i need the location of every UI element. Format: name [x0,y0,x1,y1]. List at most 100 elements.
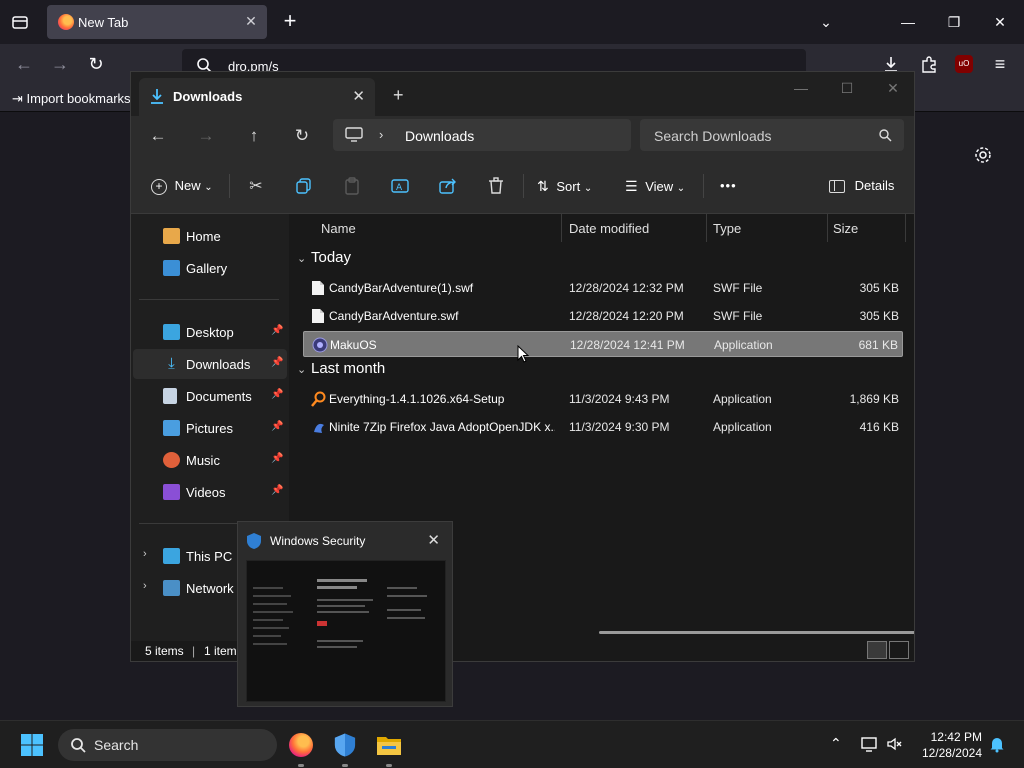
status-divider: | [192,644,196,658]
ublock-icon[interactable]: uO [955,55,973,73]
file-name: Ninite 7Zip Firefox Java AdoptOpenJDK x.… [329,420,555,434]
sidebar-item-videos[interactable]: Videos 📌 [133,477,287,507]
file-type: Application [713,420,772,434]
view-button[interactable]: ☰ View ⌄ [625,176,685,196]
column-header-size[interactable]: Size [833,214,858,244]
table-row[interactable]: MakuOS 12/28/2024 12:41 PM Application 681 … [303,331,903,357]
refresh-icon[interactable]: ↻ [292,126,312,146]
copy-icon[interactable] [294,176,314,196]
volume-muted-icon[interactable] [886,735,904,753]
list-all-tabs-icon[interactable] [10,12,30,32]
windows-start-icon[interactable] [20,733,44,757]
file-date: 12/28/2024 12:20 PM [569,309,684,323]
sidebar-item-home[interactable]: Home [133,221,287,251]
new-button-label: New [174,178,201,193]
more-options-button[interactable]: ••• [720,176,737,196]
back-arrow-icon[interactable]: ← [14,54,34,74]
search-icon [879,129,892,142]
sidebar-item-pictures[interactable]: Pictures 📌 [133,413,287,443]
network-icon [163,580,180,596]
delete-icon[interactable] [486,176,506,196]
chevron-down-icon[interactable]: ⌄ [816,12,836,32]
explorer-tab-downloads[interactable]: Downloads ✕ [139,78,375,116]
system-clock[interactable]: 12:42 PM 12/28/2024 [914,729,982,761]
forward-arrow-icon[interactable]: → [196,126,216,146]
details-pane-icon [829,180,845,194]
rename-icon[interactable]: A [390,176,410,196]
taskbar-search-box[interactable]: Search [58,729,277,761]
gear-icon[interactable] [973,145,993,165]
restore-icon[interactable]: ❐ [944,12,964,32]
table-row[interactable]: CandyBarAdventure(1).swf 12/28/2024 12:32… [303,275,903,301]
maximize-icon[interactable]: ☐ [837,80,857,97]
display-icon[interactable] [860,735,878,753]
notification-bell-icon[interactable] [988,735,1006,753]
pin-icon: 📌 [271,357,284,368]
thumbnail-content [317,575,377,695]
taskbar-firefox[interactable] [285,729,317,761]
menu-icon[interactable]: ≡ [990,54,1010,74]
details-pane-button[interactable]: Details [829,176,894,196]
selected-count: 1 item [204,644,237,658]
breadcrumb-chevron-icon: › [379,127,384,142]
windows-security-preview[interactable]: Windows Security ✕ [237,521,453,707]
table-row[interactable]: Ninite 7Zip Firefox Java AdoptOpenJDK x.… [303,414,903,440]
close-tab-icon[interactable]: ✕ [352,87,365,105]
reload-icon[interactable]: ↻ [86,54,106,74]
sidebar-item-gallery[interactable]: Gallery [133,253,287,283]
magnifier-icon [311,391,326,407]
column-header-name[interactable]: Name [321,214,356,244]
chevron-right-icon[interactable]: › [143,580,147,592]
chevron-up-icon[interactable]: ⌃ [830,735,842,752]
breadcrumb[interactable]: › Downloads [333,119,631,151]
breadcrumb-segment[interactable]: Downloads [405,128,474,144]
up-arrow-icon[interactable]: ↑ [244,126,264,146]
sidebar-item-documents[interactable]: Documents 📌 [133,381,287,411]
share-icon[interactable] [438,176,458,196]
extensions-icon[interactable] [919,54,939,74]
column-divider[interactable] [827,214,828,242]
file-size: 305 KB [859,281,899,295]
close-tab-icon[interactable]: ✕ [243,13,259,29]
search-input[interactable]: Search Downloads [640,119,904,151]
chevron-right-icon[interactable]: › [143,548,147,560]
taskbar-windows-security[interactable] [329,729,361,761]
paste-icon[interactable] [342,176,362,196]
group-header-today[interactable]: ⌄ Today [297,249,351,266]
sidebar-item-downloads[interactable]: ⤓ Downloads 📌 [133,349,287,379]
taskbar-file-explorer[interactable] [373,729,405,761]
table-row[interactable]: Everything-1.4.1.1026.x64-Setup 11/3/2024… [303,386,903,412]
table-row[interactable]: CandyBarAdventure.swf 12/28/2024 12:20 PM… [303,303,903,329]
column-header-date[interactable]: Date modified [569,214,649,244]
pin-icon: 📌 [271,389,284,400]
minimize-icon[interactable]: — [791,80,811,96]
sidebar-item-music[interactable]: Music 📌 [133,445,287,475]
command-bar: + New ⌄ ✂ A ⇅ Sort ⌄ ☰ View ⌄ ••• Detail… [131,156,914,214]
import-bookmarks-link[interactable]: ⇥ Import bookmarks... [12,91,141,107]
column-divider[interactable] [561,214,562,242]
close-window-icon[interactable]: ✕ [883,80,903,97]
column-header-type[interactable]: Type [713,214,741,244]
column-divider[interactable] [706,214,707,242]
details-view-icon[interactable] [867,641,887,659]
sidebar-item-desktop[interactable]: Desktop 📌 [133,317,287,347]
minimize-icon[interactable]: — [898,12,918,32]
back-arrow-icon[interactable]: ← [148,126,168,146]
chevron-down-icon: ⌄ [676,183,686,194]
download-folder-icon [151,89,163,104]
new-tab-button[interactable]: + [280,10,300,32]
close-window-icon[interactable]: ✕ [990,12,1010,32]
new-button[interactable]: + New ⌄ [151,176,213,196]
horizontal-scrollbar[interactable] [599,631,914,634]
group-header-last-month[interactable]: ⌄ Last month [297,360,385,377]
tiles-view-icon[interactable] [889,641,909,659]
cut-icon[interactable]: ✂ [246,176,266,196]
close-icon[interactable]: ✕ [427,531,440,549]
chevron-down-icon: ⌄ [583,183,593,194]
new-explorer-tab-button[interactable]: + [393,85,404,106]
sort-button[interactable]: ⇅ Sort ⌄ [537,176,592,196]
forward-arrow-icon[interactable]: → [50,54,70,74]
browser-tab-new-tab[interactable]: New Tab ✕ [47,5,267,39]
shield-icon [334,733,356,757]
column-divider[interactable] [905,214,906,242]
